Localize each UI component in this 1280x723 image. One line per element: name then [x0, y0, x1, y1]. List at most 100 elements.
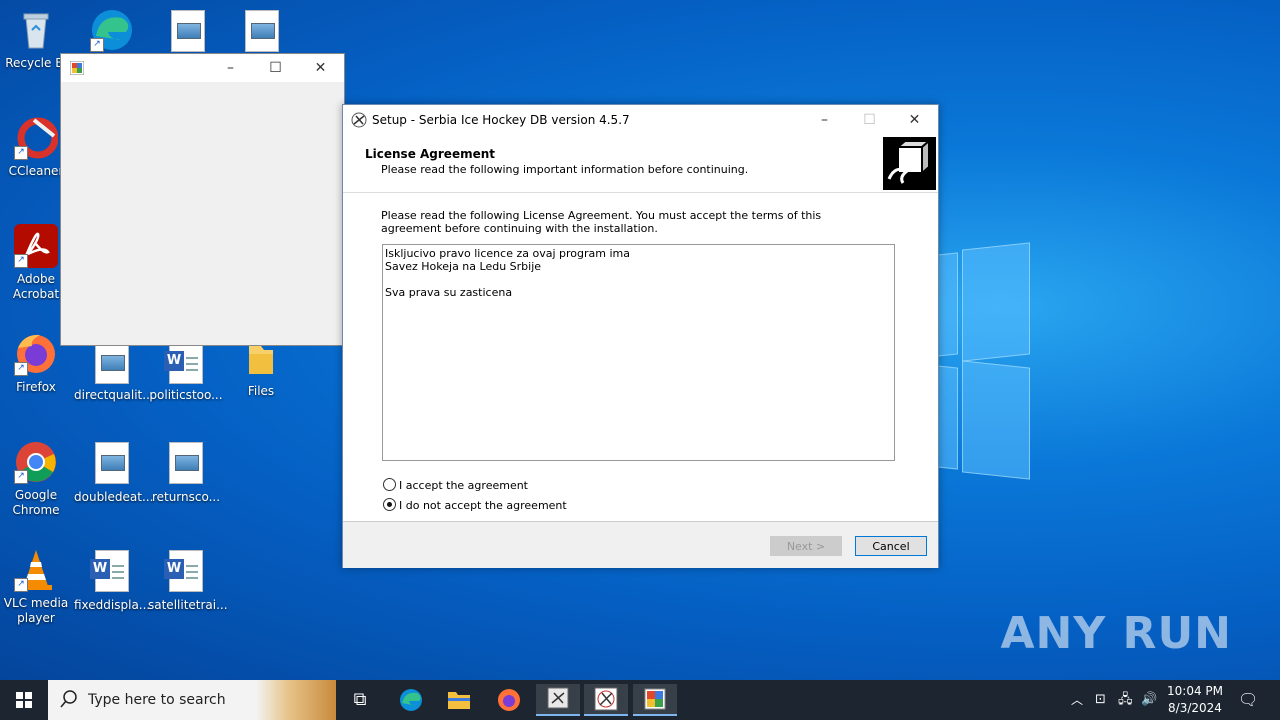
word-document-icon: W — [90, 550, 129, 592]
edge-taskbar-icon[interactable] — [389, 684, 433, 716]
desktop-icon-doubledeat[interactable]: doubledeat... — [74, 440, 154, 505]
accept-radio-option[interactable]: I accept the agreement — [383, 478, 528, 492]
taskbar-search-box[interactable]: Type here to search — [48, 680, 336, 720]
desktop-icon-label: VLC media player — [3, 596, 69, 625]
clock-date: 8/3/2024 — [1168, 701, 1222, 715]
setup-title: Setup - Serbia Ice Hockey DB version 4.5… — [372, 113, 630, 127]
desktop-icon-label: fixeddispla... — [74, 598, 151, 612]
word-document-icon: W — [164, 550, 203, 592]
taskbar: Type here to search ⧉ ︿ ⊡ 🖧 🔊 10:04 PM 8… — [0, 680, 1280, 720]
windows-start-icon — [16, 692, 32, 708]
next-button[interactable]: Next > — [770, 536, 842, 556]
desktop-icon-image-file[interactable] — [150, 8, 226, 52]
desktop-icon-label: doubledeat... — [74, 490, 154, 504]
folder-icon — [239, 340, 283, 380]
shortcut-arrow-icon: ↗ — [14, 146, 28, 160]
desktop-icon-label: directqualit... — [74, 388, 154, 402]
close-button[interactable]: ✕ — [892, 106, 937, 134]
license-intro-text: Please read the following License Agreem… — [381, 209, 822, 235]
blank-window-titlebar[interactable]: – ☐ ✕ — [61, 54, 344, 82]
tray-app-icon[interactable]: ⊡ — [1095, 680, 1106, 720]
maximize-button-disabled: ☐ — [863, 112, 876, 128]
license-line — [385, 273, 892, 286]
volume-icon[interactable]: 🔊 — [1141, 680, 1157, 720]
page-subtitle: Please read the following important info… — [381, 163, 749, 176]
firefox-icon: ↗ — [14, 332, 58, 376]
setup-body: Please read the following License Agreem… — [343, 193, 938, 521]
start-button[interactable] — [0, 680, 48, 720]
page-title: License Agreement — [365, 147, 496, 161]
image-file-icon — [95, 342, 129, 384]
setup-dialog[interactable]: Setup - Serbia Ice Hockey DB version 4.5… — [342, 104, 939, 568]
desktop-icon-label: returnsco... — [151, 490, 221, 504]
desktop-icon-label: politicstoo... — [149, 388, 223, 402]
anyrun-watermark: ANY RUN — [1000, 608, 1232, 659]
license-line: Sva prava su zasticena — [385, 286, 513, 299]
blank-window[interactable]: – ☐ ✕ — [60, 53, 345, 346]
file-explorer-icon[interactable] — [437, 684, 481, 716]
license-line: Savez Hokeja na Ledu Srbije — [385, 260, 542, 273]
shortcut-arrow-icon: ↗ — [14, 254, 28, 268]
network-icon[interactable]: 🖧 — [1118, 680, 1133, 720]
setup-header: License Agreement Please read the follow… — [343, 135, 938, 193]
firefox-taskbar-icon[interactable] — [487, 684, 531, 716]
minimize-button[interactable]: – — [802, 106, 847, 134]
shortcut-arrow-icon: ↗ — [14, 578, 28, 592]
desktop-icon-returnsco[interactable]: returnsco... — [148, 440, 224, 505]
desktop-icon-fixeddispla[interactable]: W fixeddispla... — [74, 548, 150, 613]
app-window-icon — [69, 60, 85, 78]
image-file-icon — [169, 442, 203, 484]
search-placeholder: Type here to search — [88, 692, 226, 708]
blank-window-taskbar-icon[interactable] — [633, 684, 677, 716]
accept-radio-label: I accept the agreement — [399, 479, 528, 492]
shortcut-arrow-icon: ↗ — [14, 470, 28, 484]
desktop-icon-edge[interactable]: ↗ — [74, 8, 150, 56]
desktop-icon-files-folder[interactable]: Files — [223, 340, 299, 399]
desktop-icon-label: satellitetrai... — [148, 598, 228, 612]
setup-taskbar-icon[interactable] — [536, 684, 580, 716]
shortcut-arrow-icon: ↗ — [14, 362, 28, 376]
word-document-icon: W — [164, 342, 203, 384]
accept-radio-button[interactable] — [383, 478, 396, 491]
close-button[interactable]: ✕ — [298, 54, 343, 82]
cancel-button[interactable]: Cancel — [855, 536, 927, 556]
ccleaner-icon: ↗ — [14, 116, 59, 160]
desktop-icon-google-chrome[interactable]: ↗ Google Chrome — [0, 440, 74, 518]
task-view-icon[interactable]: ⧉ — [338, 684, 382, 716]
show-hidden-icons-chevron-icon[interactable]: ︿ — [1071, 680, 1083, 720]
edge-icon: ↗ — [90, 8, 134, 52]
image-file-icon — [171, 10, 205, 52]
desktop-icon-politicstoo[interactable]: W politicstoo... — [148, 340, 224, 403]
setup-footer: Next > Cancel — [343, 521, 938, 568]
setup-titlebar[interactable]: Setup - Serbia Ice Hockey DB version 4.5… — [343, 105, 938, 135]
decline-radio-button[interactable] — [383, 498, 396, 511]
image-file-icon — [245, 10, 279, 52]
recycle-bin-icon — [14, 8, 58, 52]
license-text-box[interactable]: Iskljucivo pravo licence za ovaj program… — [382, 244, 895, 461]
maximize-button[interactable]: ☐ — [253, 54, 298, 82]
decline-radio-label: I do not accept the agreement — [399, 499, 567, 512]
vlc-cone-icon: ↗ — [14, 548, 58, 592]
desktop-icon-label: Firefox — [16, 380, 56, 394]
adobe-acrobat-icon: ↗ — [14, 224, 58, 268]
minimize-button[interactable]: – — [208, 54, 253, 82]
desktop-icon-directqualit[interactable]: directqualit... — [74, 340, 154, 403]
desktop-icon-image-file[interactable] — [224, 8, 300, 52]
search-icon — [60, 690, 78, 711]
taskbar-clock[interactable]: 10:04 PM 8/3/2024 — [1162, 683, 1228, 717]
setup-dialog-taskbar-icon[interactable] — [584, 684, 628, 716]
installer-box-icon — [883, 137, 936, 190]
search-highlight-image — [256, 680, 336, 720]
notification-center-icon[interactable]: 🗨 — [1238, 680, 1258, 720]
decline-radio-option[interactable]: I do not accept the agreement — [383, 498, 567, 512]
desktop-icon-vlc[interactable]: ↗ VLC media player — [0, 548, 74, 626]
setup-app-icon — [351, 112, 367, 131]
shortcut-arrow-icon: ↗ — [90, 38, 104, 52]
license-line: Iskljucivo pravo licence za ovaj program… — [385, 247, 630, 260]
image-file-icon — [95, 442, 129, 484]
clock-time: 10:04 PM — [1167, 684, 1223, 698]
desktop-icon-satellitetrai[interactable]: W satellitetrai... — [148, 548, 228, 613]
chrome-icon: ↗ — [14, 440, 58, 484]
desktop-icon-label: Files — [247, 384, 275, 398]
desktop-icon-label: Google Chrome — [12, 488, 60, 517]
